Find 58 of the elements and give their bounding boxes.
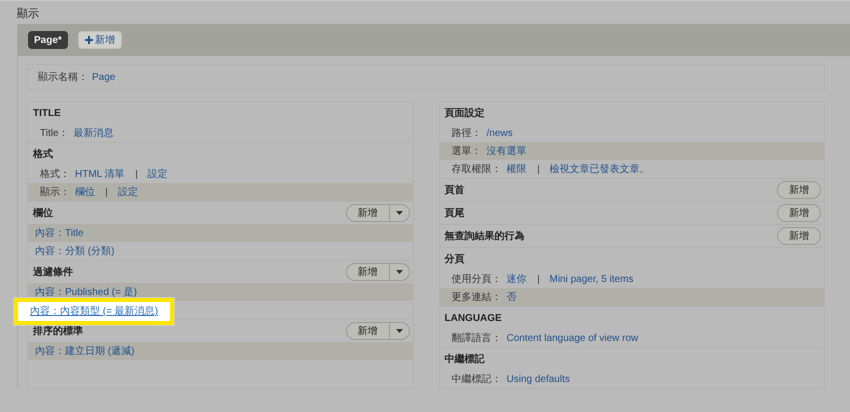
setting-link[interactable]: 否 bbox=[506, 290, 516, 304]
field-label: 使用分頁： bbox=[452, 272, 502, 286]
separator bbox=[136, 170, 137, 178]
setting-link[interactable]: 檢視文章已發表文章。 bbox=[550, 162, 650, 176]
setting-link[interactable]: 最新消息 bbox=[74, 126, 114, 140]
add-button[interactable]: 新增 bbox=[777, 181, 821, 199]
setting-link[interactable]: 設定 bbox=[118, 184, 138, 200]
section-title: 排序的標準 bbox=[33, 324, 83, 338]
field-label: 格式： bbox=[40, 168, 70, 182]
setting-link[interactable]: 權限 bbox=[506, 162, 526, 176]
section-title: 頁面設定 bbox=[444, 106, 484, 120]
add-button[interactable]: 新增 bbox=[346, 205, 390, 221]
setting-link[interactable]: 內容：Title bbox=[35, 226, 84, 240]
add-tab-button[interactable]: 新增 bbox=[78, 31, 122, 49]
setting-link[interactable]: HTML 清單 bbox=[75, 166, 125, 182]
section-title: 分頁 bbox=[444, 252, 464, 266]
field-label: 中繼標記： bbox=[452, 372, 502, 386]
setting-link[interactable]: Content language of view row bbox=[506, 330, 638, 346]
section-title: TITLE bbox=[33, 106, 61, 120]
setting-link[interactable]: Mini pager, 5 items bbox=[550, 272, 634, 286]
add-button[interactable]: 新增 bbox=[777, 227, 821, 245]
field-label: Title： bbox=[40, 126, 69, 140]
section-title: LANGUAGE bbox=[444, 312, 502, 326]
field-label: 顯示名稱： bbox=[38, 70, 88, 84]
setting-link[interactable]: Using defaults bbox=[506, 372, 570, 386]
filter-link[interactable]: 內容：內容類型 (= 最新消息) bbox=[30, 304, 158, 319]
section-title: 欄位 bbox=[33, 206, 53, 220]
add-button[interactable]: 新增 bbox=[346, 323, 390, 339]
field-label: 翻譯語言： bbox=[452, 332, 502, 346]
display-name-link[interactable]: Page bbox=[92, 70, 116, 84]
setting-link[interactable]: 內容：建立日期 (遞減) bbox=[35, 344, 134, 358]
section-title: 格式 bbox=[33, 148, 53, 162]
caret-icon bbox=[396, 211, 402, 215]
section-title: 過濾條件 bbox=[33, 266, 73, 280]
setting-link[interactable]: /news bbox=[486, 126, 513, 140]
field-label: 選單： bbox=[452, 144, 482, 158]
field-label: 顯示： bbox=[40, 186, 70, 200]
setting-link[interactable]: 設定 bbox=[148, 166, 168, 182]
section-title: 中繼標記 bbox=[444, 352, 484, 366]
field-label: 存取權限： bbox=[452, 162, 502, 176]
setting-link[interactable]: 內容：Published (= 是) bbox=[35, 284, 137, 300]
page-title: 顯示 bbox=[17, 6, 40, 22]
add-button[interactable]: 新增 bbox=[346, 264, 390, 280]
section-title: 頁尾 bbox=[444, 206, 464, 220]
tab[interactable]: Page* bbox=[28, 31, 68, 49]
section-title: 頁首 bbox=[444, 184, 464, 198]
plus-icon bbox=[84, 36, 93, 44]
caret-icon bbox=[396, 270, 402, 274]
add-button[interactable]: 新增 bbox=[777, 204, 821, 222]
setting-link[interactable]: 欄位 bbox=[75, 184, 95, 200]
section-title: 無查詢結果的行為 bbox=[444, 230, 524, 244]
field-label: 路徑： bbox=[452, 126, 482, 140]
caret-icon bbox=[396, 329, 402, 333]
setting-link[interactable]: 內容：分類 (分類) bbox=[35, 244, 114, 258]
separator bbox=[106, 188, 107, 196]
setting-link[interactable]: 迷你 bbox=[506, 272, 526, 286]
setting-link[interactable]: 沒有選單 bbox=[486, 144, 526, 158]
field-label: 更多連結： bbox=[452, 290, 502, 304]
